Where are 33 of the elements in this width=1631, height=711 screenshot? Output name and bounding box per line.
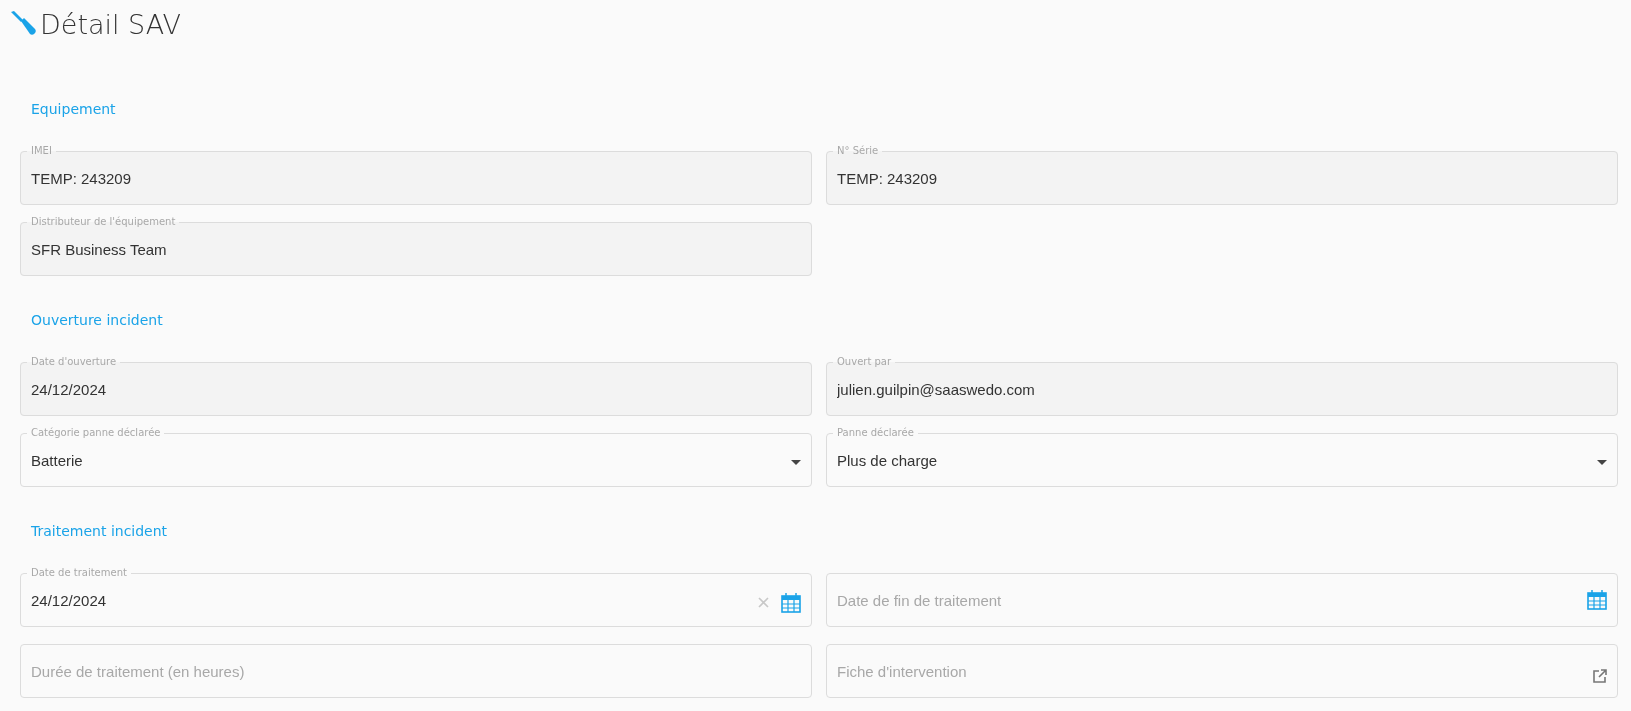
dropdown-field[interactable]: Catégorie panne déclarée Batterie	[20, 427, 812, 487]
dropdown-field[interactable]: Panne déclarée Plus de charge	[826, 427, 1618, 487]
text-field[interactable]: N° Série TEMP: 243209	[826, 145, 1618, 205]
section-heading: Ouverture incident	[31, 311, 163, 330]
text-field[interactable]: Date d'ouverture 24/12/2024	[20, 356, 812, 416]
section-heading: Traitement incident	[31, 522, 168, 541]
text-field[interactable]: Ouvert par julien.guilpin@saaswedo.com	[826, 356, 1618, 416]
field-input[interactable]: Plus de charge	[837, 452, 1589, 469]
page-title: Détail SAV	[40, 8, 181, 40]
field-input[interactable]: Fiche d'intervention	[837, 662, 1585, 680]
field-input[interactable]: Batterie	[31, 452, 783, 469]
caret-icon	[791, 460, 801, 465]
caret-icon	[1597, 460, 1607, 465]
field-input[interactable]: Durée de traitement (en heures)	[31, 662, 801, 680]
date-field[interactable]: Date de fin de traitement	[826, 573, 1618, 627]
field-input[interactable]: 24/12/2024	[31, 592, 750, 609]
calendar-icon[interactable]	[781, 592, 801, 613]
field-input[interactable]: TEMP: 243209	[31, 170, 801, 187]
field-input[interactable]: TEMP: 243209	[837, 170, 1607, 187]
section-heading: Equipement	[31, 100, 116, 119]
link-field[interactable]: Fiche d'intervention	[826, 644, 1618, 698]
text-field[interactable]: Distributeur de l'équipement SFR Business Team	[20, 216, 812, 276]
field-input[interactable]: SFR Business Team	[31, 241, 801, 258]
screwdriver-icon	[10, 11, 36, 37]
field-input[interactable]: 24/12/2024	[31, 381, 801, 398]
calendar-icon[interactable]	[1587, 590, 1607, 610]
text-field[interactable]: Durée de traitement (en heures)	[20, 644, 812, 698]
field-input[interactable]: julien.guilpin@saaswedo.com	[837, 381, 1607, 398]
date-field[interactable]: Date de traitement 24/12/2024	[20, 567, 812, 627]
external-link-icon[interactable]	[1593, 669, 1607, 683]
clear-icon[interactable]	[758, 597, 769, 608]
field-input[interactable]: Date de fin de traitement	[837, 591, 1579, 609]
text-field[interactable]: IMEI TEMP: 243209	[20, 145, 812, 205]
